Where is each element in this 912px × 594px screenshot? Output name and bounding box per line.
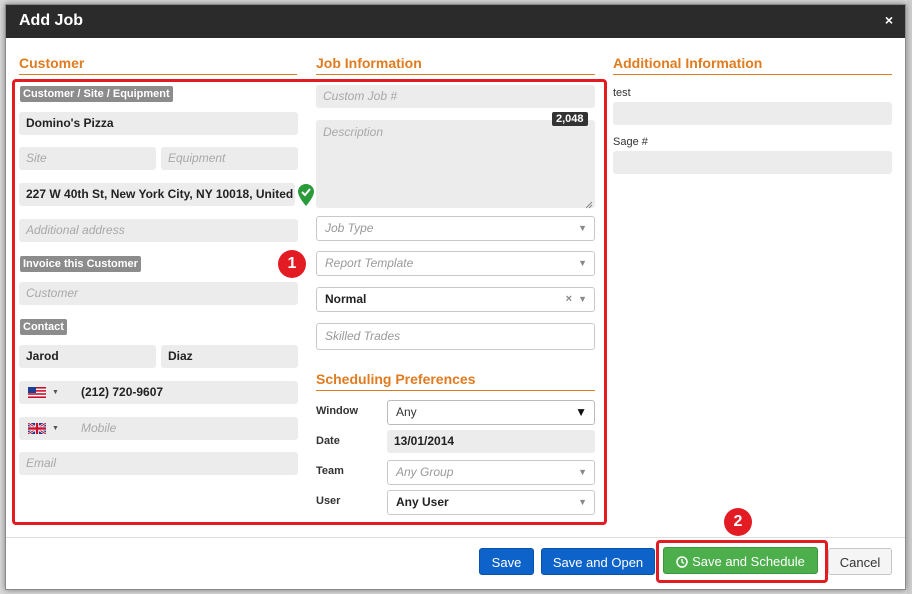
sage-field[interactable]	[613, 151, 892, 174]
additional-information-section-title: Additional Information	[613, 55, 892, 75]
background-scrollbar	[907, 0, 912, 594]
step-marker-2: 2	[724, 508, 752, 536]
modal-title: Add Job	[19, 12, 83, 29]
step-marker-1: 1	[278, 250, 306, 278]
add-job-modal: Add Job × Customer Job Information Addit…	[5, 4, 906, 590]
save-button[interactable]: Save	[479, 548, 534, 575]
test-field[interactable]	[613, 102, 892, 125]
highlight-box-1	[12, 79, 607, 525]
sage-label: Sage #	[613, 136, 648, 148]
cancel-button[interactable]: Cancel	[828, 548, 892, 575]
save-and-schedule-label: Save and Schedule	[692, 554, 805, 569]
save-and-schedule-button[interactable]: Save and Schedule	[663, 547, 818, 574]
job-information-section-title: Job Information	[316, 55, 595, 75]
clock-icon	[676, 550, 688, 577]
modal-header: Add Job ×	[6, 5, 905, 38]
test-label: test	[613, 87, 631, 99]
save-and-open-button[interactable]: Save and Open	[541, 548, 655, 575]
customer-section-title: Customer	[19, 55, 297, 75]
close-button[interactable]: ×	[885, 12, 893, 28]
footer-divider	[6, 537, 905, 538]
